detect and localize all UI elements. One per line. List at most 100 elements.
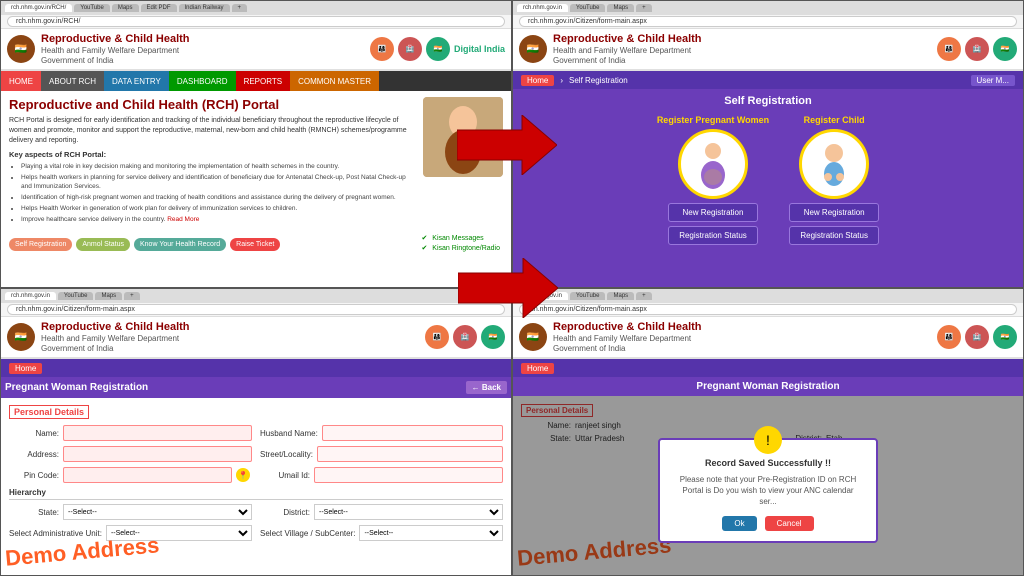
list-item-5: Improve healthcare service delivery in t… <box>21 215 417 225</box>
site-gov: Government of India <box>41 56 190 66</box>
q3-name-row: Name: Husband Name: <box>9 425 503 441</box>
q3-logo2: 🏥 <box>453 325 477 349</box>
q3-tab-strip: rch.nhm.gov.in YouTube Maps + <box>1 289 511 303</box>
portal-desc: RCH Portal is designed for early identif… <box>9 116 417 145</box>
q3-name-input[interactable] <box>63 425 252 441</box>
key-aspects-heading: Key aspects of RCH Portal: <box>9 150 417 159</box>
q3-district-select[interactable]: --Select-- <box>314 504 503 520</box>
q2-gov: Government of India <box>553 56 702 66</box>
q3-address-input[interactable] <box>63 446 252 462</box>
q3-back-btn[interactable]: ← Back <box>466 381 507 394</box>
q2-tab-strip: rch.nhm.gov.in YouTube Maps + <box>513 1 1023 15</box>
q3-form-header: Pregnant Woman Registration ← Back <box>1 377 511 398</box>
q3-email-input[interactable] <box>314 467 503 483</box>
q3-hierarchy-heading: Hierarchy <box>9 488 503 500</box>
site-subtitle: Health and Family Welfare Department <box>41 46 190 56</box>
kisan-msg-link[interactable]: ✔ Kisan Messages <box>421 234 503 242</box>
active-tab[interactable]: rch.nhm.gov.in/RCH/ <box>5 4 72 12</box>
address-bar: rch.nhm.gov.in/RCH/ <box>1 15 511 29</box>
child-reg-status-btn[interactable]: Registration Status <box>789 226 879 245</box>
q3-tab3[interactable]: Maps <box>95 292 122 300</box>
q3-name-label: Name: <box>9 429 59 438</box>
tab-maps[interactable]: Maps <box>112 4 139 12</box>
nav-home[interactable]: HOME <box>1 71 41 91</box>
browser-tab-strip: rch.nhm.gov.in/RCH/ YouTube Maps Edit PD… <box>1 1 511 15</box>
pregnant-reg-status-btn[interactable]: Registration Status <box>668 226 758 245</box>
nav-about[interactable]: ABOUT RCH <box>41 71 104 91</box>
q3-admin-field: Select Administrative Unit: --Select-- <box>9 525 252 541</box>
q2-url[interactable]: rch.nhm.gov.in/Citizen/form-main.aspx <box>519 16 1017 27</box>
q3-home-breadcrumb[interactable]: Home <box>9 363 42 374</box>
health-record-btn[interactable]: Know Your Health Record <box>134 238 226 251</box>
nav-dashboard[interactable]: DASHBOARD <box>169 71 236 91</box>
q2-home-breadcrumb[interactable]: Home <box>521 75 554 86</box>
nav-reports[interactable]: REPORTS <box>236 71 291 91</box>
child-label: Register Child <box>804 115 865 125</box>
list-item-1: Playing a vital role in key decision mak… <box>21 162 417 172</box>
q3-pin-input[interactable] <box>63 467 232 483</box>
dialog-cancel-btn[interactable]: Cancel <box>765 516 814 531</box>
q4-tab-plus[interactable]: + <box>636 292 652 300</box>
q3-state-select[interactable]: --Select-- <box>63 504 252 520</box>
q2-tab3[interactable]: Maps <box>607 4 634 12</box>
q4-emblem: 🇮🇳 <box>519 323 547 351</box>
q2-panel: rch.nhm.gov.in YouTube Maps + rch.nhm.go… <box>512 0 1024 288</box>
breadcrumb-current: Self Registration <box>569 76 628 85</box>
q4-tab2[interactable]: YouTube <box>570 292 606 300</box>
dialog-ok-btn[interactable]: Ok <box>722 516 756 531</box>
q4-url[interactable]: rch.nhm.gov.in/Citizen/form-main.aspx <box>519 304 1017 315</box>
q3-title-block: Reproductive & Child Health Health and F… <box>41 321 190 353</box>
q4-form-header: Pregnant Woman Registration <box>513 377 1023 396</box>
title-block: Reproductive & Child Health Health and F… <box>41 33 190 65</box>
q3-header: 🇮🇳 Reproductive & Child Health Health an… <box>1 317 511 359</box>
q4-panel: rch.nhm.gov.in YouTube Maps + rch.nhm.go… <box>512 288 1024 576</box>
q2-tab4[interactable]: + <box>636 4 652 12</box>
q2-address-bar: rch.nhm.gov.in/Citizen/form-main.aspx <box>513 15 1023 29</box>
tab-youtube[interactable]: YouTube <box>74 4 110 12</box>
q3-form-title: Pregnant Woman Registration <box>5 382 148 393</box>
q4-tab3[interactable]: Maps <box>607 292 634 300</box>
q3-email-field: Umail Id: <box>260 467 503 483</box>
anmol-status-btn[interactable]: Anmol Status <box>76 238 130 251</box>
user-corner: User M... <box>971 75 1015 86</box>
q4-title-block: Reproductive & Child Health Health and F… <box>553 321 702 353</box>
q4-header-logos: 👨‍👩‍👧 🏥 🇮🇳 <box>937 325 1017 349</box>
q3-admin-select[interactable]: --Select-- <box>106 525 252 541</box>
list-item-4: Helps Health Worker in generation of wor… <box>21 204 417 214</box>
q3-husband-input[interactable] <box>322 425 503 441</box>
q3-village-select[interactable]: --Select-- <box>359 525 503 541</box>
q3-active-tab[interactable]: rch.nhm.gov.in <box>5 292 56 300</box>
self-reg-btn[interactable]: Self Registration <box>9 238 72 251</box>
q3-tab2[interactable]: YouTube <box>58 292 94 300</box>
pregnant-new-reg-btn[interactable]: New Registration <box>668 203 758 222</box>
q3-street-input[interactable] <box>317 446 503 462</box>
q2-tab2[interactable]: YouTube <box>570 4 606 12</box>
child-new-reg-btn[interactable]: New Registration <box>789 203 879 222</box>
q3-husband-field: Husband Name: <box>260 425 503 441</box>
site-header: 🇮🇳 Reproductive & Child Health Health an… <box>1 29 511 71</box>
pregnant-btn-group: New Registration Registration Status <box>668 203 758 245</box>
url-field[interactable]: rch.nhm.gov.in/RCH/ <box>7 16 505 27</box>
q3-admin-label: Select Administrative Unit: <box>9 529 102 538</box>
tab-pdf[interactable]: Edit PDF <box>141 4 177 12</box>
q3-site-title: Reproductive & Child Health <box>41 321 190 334</box>
q3-emblem: 🇮🇳 <box>7 323 35 351</box>
q4-form-title: Pregnant Woman Registration <box>696 381 839 392</box>
raise-ticket-btn[interactable]: Raise Ticket <box>230 238 280 251</box>
q3-pin-row: Pin Code: 📍 Umail Id: <box>9 467 503 483</box>
q3-panel: rch.nhm.gov.in YouTube Maps + rch.nhm.go… <box>0 288 512 576</box>
nav-data[interactable]: DATA ENTRY <box>104 71 169 91</box>
header-logos: 👨‍👩‍👧 🏥 🇮🇳 Digital India <box>370 37 505 61</box>
q4-home-breadcrumb[interactable]: Home <box>521 363 554 374</box>
digital-india-label: Digital India <box>454 44 505 54</box>
q3-logo3: 🇮🇳 <box>481 325 505 349</box>
arrow-q1-to-q2 <box>457 115 557 175</box>
kisan-ringtone-link[interactable]: ✔ Kisan Ringtone/Radio <box>421 244 503 252</box>
tab-more[interactable]: + <box>232 4 248 12</box>
nav-master[interactable]: COMMON MASTER <box>290 71 379 91</box>
tab-railway[interactable]: Indian Railway <box>179 4 230 12</box>
q1-links: ✔ Kisan Messages ✔ Kisan Ringtone/Radio <box>421 234 503 254</box>
q3-tab-plus[interactable]: + <box>124 292 140 300</box>
q2-active-tab[interactable]: rch.nhm.gov.in <box>517 4 568 12</box>
q3-url[interactable]: rch.nhm.gov.in/Citizen/form-main.aspx <box>7 304 505 315</box>
